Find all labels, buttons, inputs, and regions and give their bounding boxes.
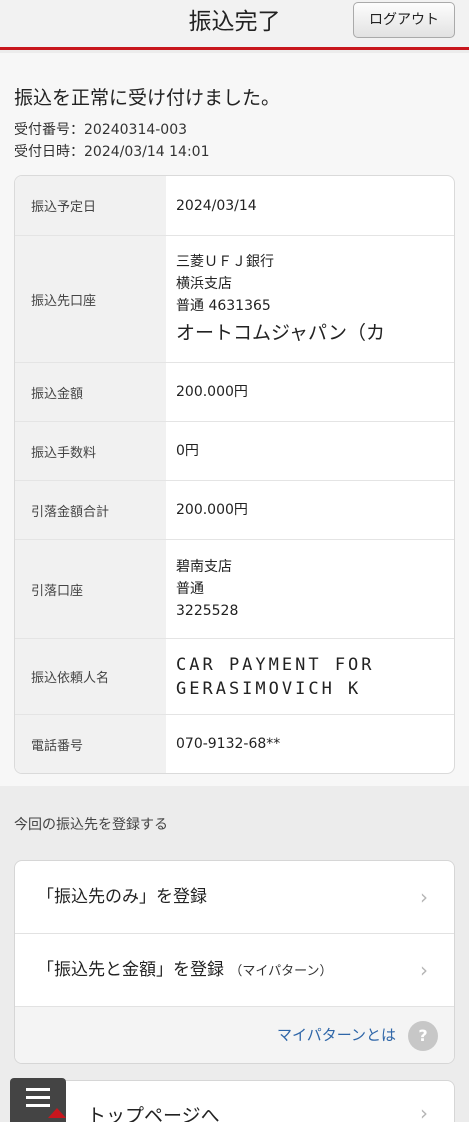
detail-row-destination: 振込先口座 三菱ＵＦＪ銀行 横浜支店 普通 4631365 オートコムジャパン（… bbox=[15, 236, 454, 363]
requester-name-line2: GERASIMOVICH K bbox=[176, 678, 362, 699]
detail-label: 電話番号 bbox=[15, 715, 166, 773]
detail-row-requester: 振込依頼人名 CAR PAYMENT FOR GERASIMOVICH K bbox=[15, 639, 454, 715]
receipt-number: 受付番号：20240314-003 bbox=[14, 122, 188, 138]
register-options: 「振込先のみ」を登録 › 「振込先と金額」を登録 （マイパターン） › マイパタ… bbox=[14, 860, 455, 1064]
detail-value: 碧南支店 普通 3225528 bbox=[166, 540, 454, 638]
debit-branch: 碧南支店 bbox=[176, 559, 232, 575]
menu-bar bbox=[26, 1096, 50, 1099]
transfer-result-panel: 振込を正常に受け付けました。 受付番号：20240314-003 受付日時：20… bbox=[0, 53, 469, 786]
detail-value: 070-9132-68** bbox=[176, 736, 281, 752]
detail-label: 振込先口座 bbox=[15, 236, 166, 362]
chevron-right-icon: › bbox=[420, 1101, 428, 1122]
register-heading: 今回の振込先を登録する bbox=[14, 817, 168, 833]
detail-row-phone: 電話番号 070-9132-68** bbox=[15, 715, 454, 773]
requester-name-line1: CAR PAYMENT FOR bbox=[176, 654, 375, 675]
detail-row-amount: 振込金額 200.000円 bbox=[15, 363, 454, 422]
dest-account-name: オートコムジャパン（カ bbox=[176, 322, 386, 344]
top-page-button[interactable]: トップページへ › bbox=[14, 1080, 455, 1122]
register-payee-and-amount-label: 「振込先と金額」を登録 bbox=[37, 960, 224, 980]
my-pattern-help-link[interactable]: マイパターンとは bbox=[277, 1024, 396, 1045]
my-pattern-note: （マイパターン） bbox=[229, 964, 333, 979]
chevron-right-icon: › bbox=[420, 885, 428, 909]
detail-value: 200.000円 bbox=[176, 384, 248, 400]
detail-value: 2024/03/14 bbox=[176, 197, 257, 214]
menu-bar bbox=[26, 1088, 50, 1091]
detail-label: 振込依頼人名 bbox=[15, 639, 166, 714]
detail-label: 振込金額 bbox=[15, 363, 166, 421]
detail-value: 0円 bbox=[176, 443, 199, 459]
register-payee-only-button[interactable]: 「振込先のみ」を登録 › bbox=[15, 861, 454, 934]
detail-value: 200.000円 bbox=[176, 502, 248, 518]
detail-row-date: 振込予定日 2024/03/14 bbox=[15, 176, 454, 236]
register-payee-section: 今回の振込先を登録する 「振込先のみ」を登録 › 「振込先と金額」を登録 （マイ… bbox=[0, 786, 469, 1122]
receipt-datetime: 受付日時：2024/03/14 14:01 bbox=[14, 144, 210, 160]
detail-row-total: 引落金額合計 200.000円 bbox=[15, 481, 454, 540]
hamburger-menu-icon[interactable] bbox=[10, 1078, 66, 1122]
detail-value: CAR PAYMENT FOR GERASIMOVICH K bbox=[166, 639, 454, 714]
my-pattern-help-row: マイパターンとは ? bbox=[15, 1007, 454, 1063]
chevron-right-icon: › bbox=[420, 958, 428, 982]
dest-account: 普通 4631365 bbox=[176, 298, 271, 314]
detail-value: 三菱ＵＦＪ銀行 横浜支店 普通 4631365 オートコムジャパン（カ bbox=[166, 236, 454, 362]
completion-message: 振込を正常に受け付けました。 bbox=[14, 87, 281, 109]
detail-label: 振込予定日 bbox=[15, 176, 166, 235]
app-header: 振込完了 ログアウト bbox=[0, 0, 469, 50]
register-payee-and-amount-button[interactable]: 「振込先と金額」を登録 （マイパターン） › bbox=[15, 934, 454, 1007]
detail-row-fee: 振込手数料 0円 bbox=[15, 422, 454, 481]
home-icon bbox=[48, 1108, 66, 1118]
dest-branch: 横浜支店 bbox=[176, 276, 232, 292]
debit-number: 3225528 bbox=[176, 603, 239, 619]
debit-type: 普通 bbox=[176, 581, 204, 597]
menu-bar bbox=[26, 1104, 50, 1107]
detail-label: 引落口座 bbox=[15, 540, 166, 638]
detail-row-debit-account: 引落口座 碧南支店 普通 3225528 bbox=[15, 540, 454, 639]
transfer-details-table: 振込予定日 2024/03/14 振込先口座 三菱ＵＦＪ銀行 横浜支店 普通 4… bbox=[14, 175, 455, 774]
register-payee-only-label: 「振込先のみ」を登録 bbox=[37, 887, 207, 907]
question-icon[interactable]: ? bbox=[408, 1021, 438, 1051]
detail-label: 引落金額合計 bbox=[15, 481, 166, 539]
top-page-label: トップページへ bbox=[87, 1105, 220, 1122]
detail-label: 振込手数料 bbox=[15, 422, 166, 480]
dest-bank: 三菱ＵＦＪ銀行 bbox=[176, 254, 274, 270]
logout-button[interactable]: ログアウト bbox=[353, 2, 455, 38]
